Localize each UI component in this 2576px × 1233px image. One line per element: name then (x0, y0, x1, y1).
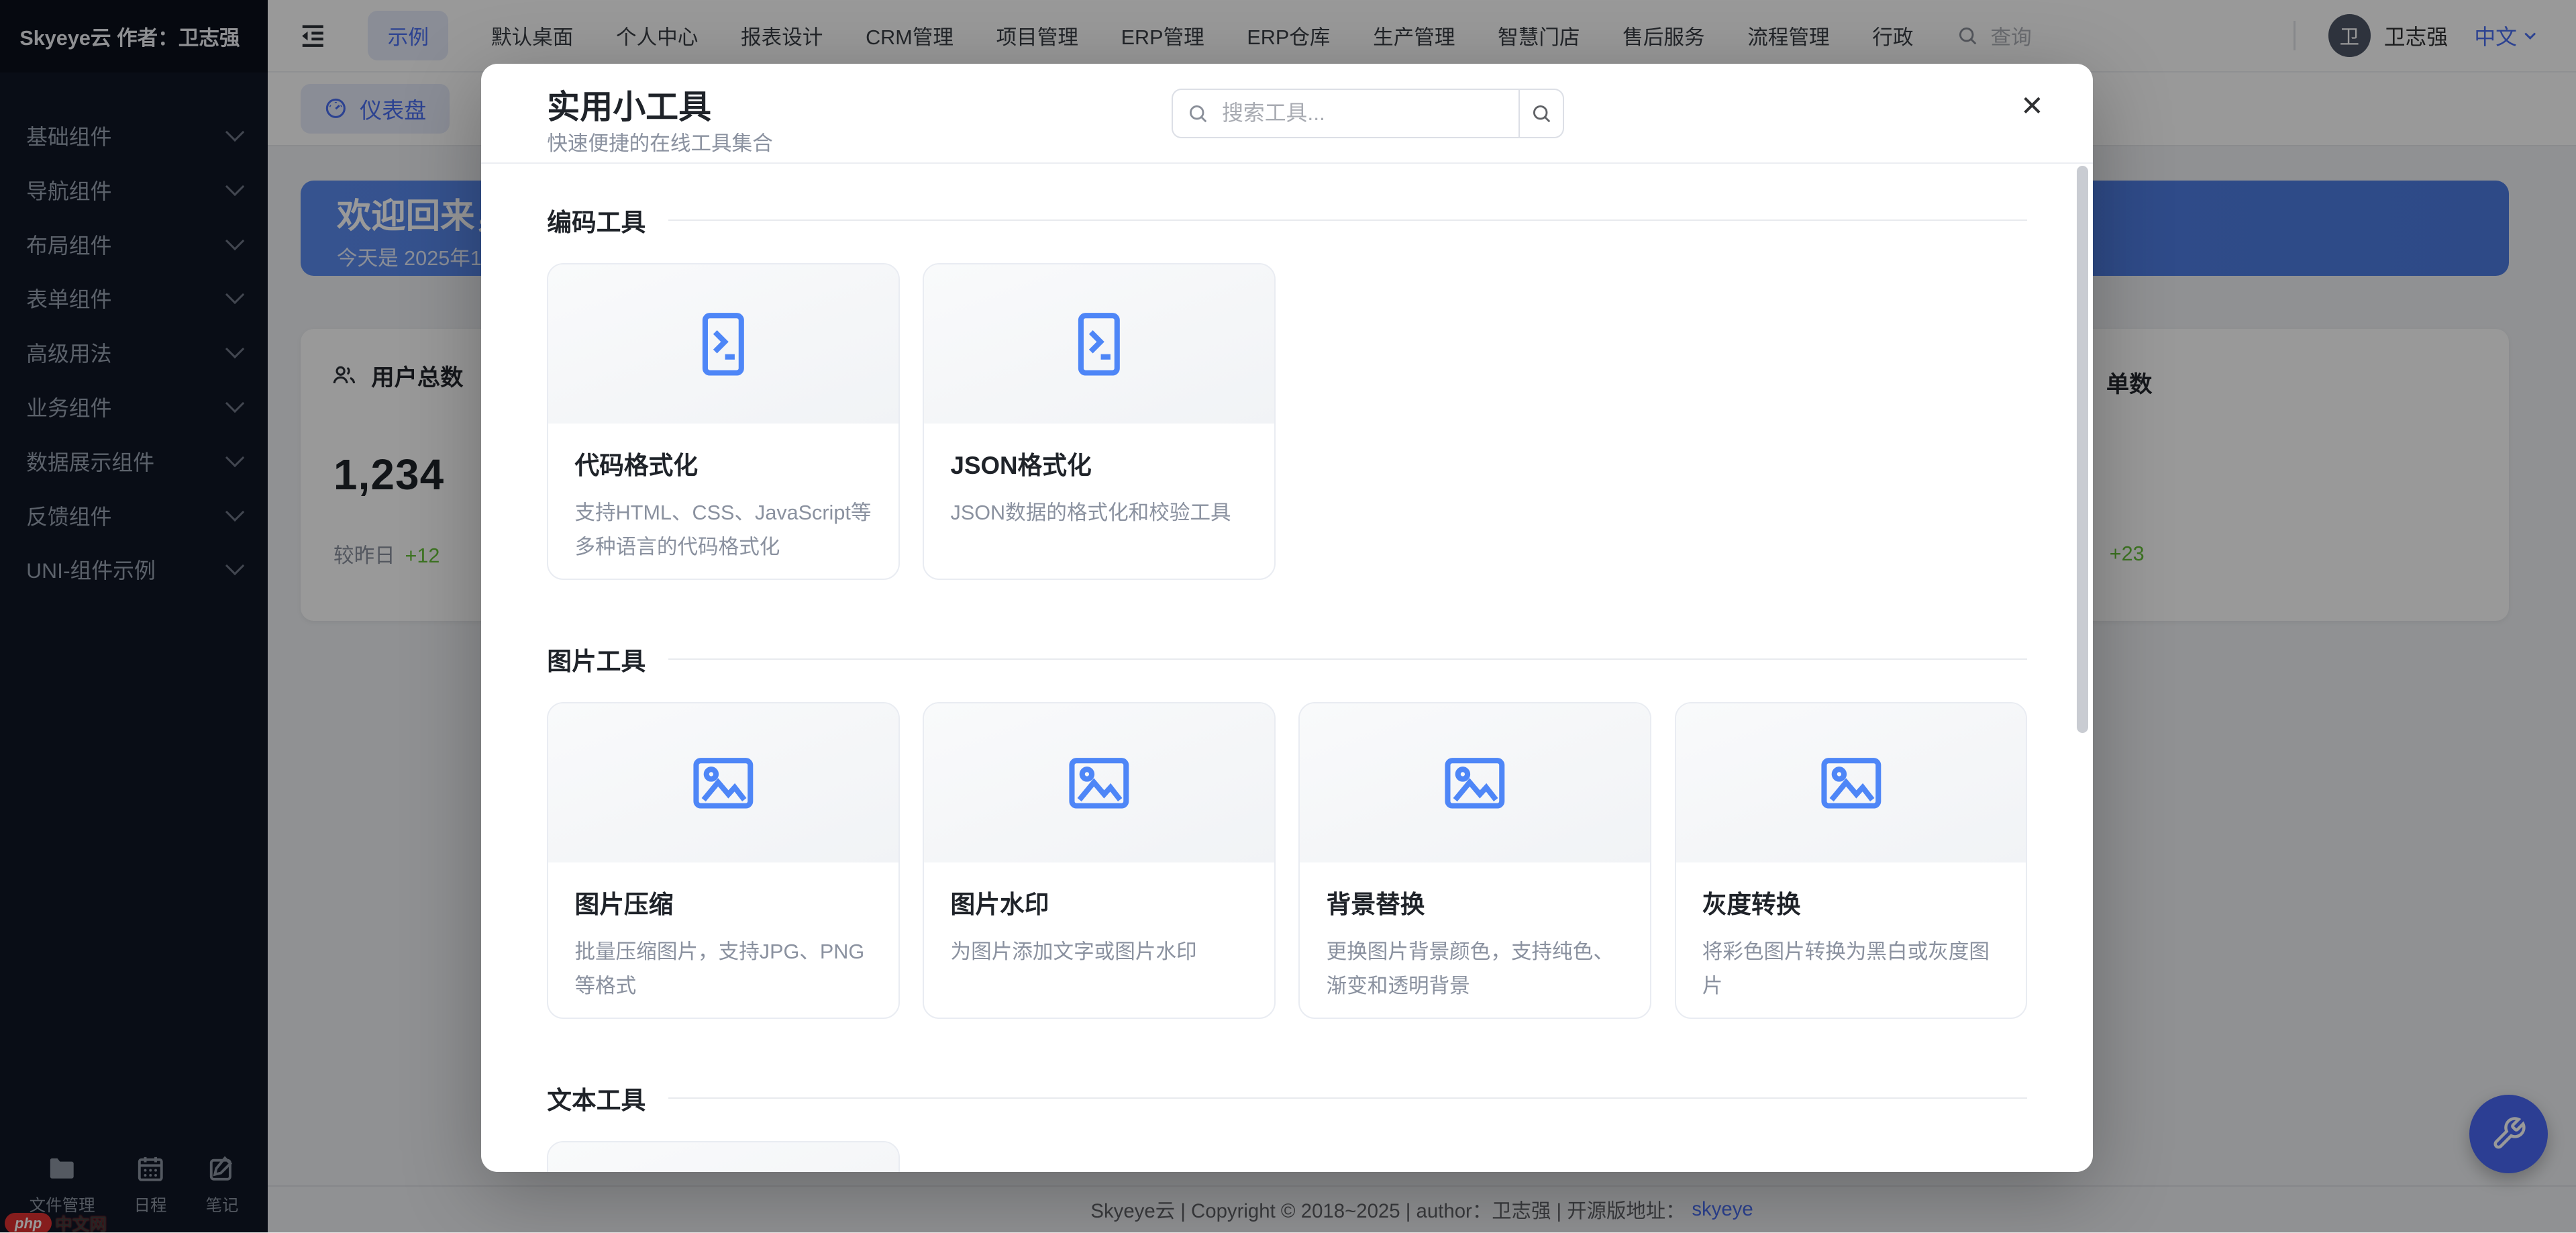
tool-card-image-compress[interactable]: 图片压缩 批量压缩图片，支持JPG、PNG等格式 (547, 702, 900, 1020)
modal-header: 实用小工具 快速便捷的在线工具集合 ✕ (481, 64, 2093, 164)
tool-card-json-format[interactable]: JSON格式化 JSON数据的格式化和校验工具 (923, 263, 1276, 581)
tool-card-grayscale[interactable]: 灰度转换 将彩色图片转换为黑白或灰度图片 (1675, 702, 2028, 1020)
terminal-icon (924, 264, 1274, 424)
tool-card-image-watermark[interactable]: 图片水印 为图片添加文字或图片水印 (923, 702, 1276, 1020)
section-text-tools: 文本工具 (547, 1080, 2027, 1116)
divider (668, 219, 2027, 221)
modal-scrollbar-thumb[interactable] (2077, 166, 2088, 733)
text-a-icon (548, 1142, 898, 1172)
search-icon (1530, 102, 1553, 125)
modal-search (1172, 89, 1564, 138)
section-image-tools: 图片工具 (547, 641, 2027, 677)
image-icon (924, 703, 1274, 862)
terminal-icon (548, 264, 898, 424)
search-button[interactable] (1520, 89, 1564, 138)
tool-card-background-replace[interactable]: 背景替换 更换图片背景颜色，支持纯色、渐变和透明背景 (1298, 702, 1651, 1020)
search-icon (1186, 102, 1209, 125)
tool-card-text[interactable] (547, 1141, 900, 1172)
modal-title: 实用小工具 (547, 81, 711, 128)
divider (668, 658, 2027, 660)
image-icon (1300, 703, 1650, 862)
modal-body: 编码工具 代码格式化 支持HTML、CSS、JavaScript等多种语言的代码… (481, 164, 2071, 1172)
section-coding-tools: 编码工具 (547, 202, 2027, 238)
close-icon[interactable]: ✕ (2020, 92, 2044, 120)
tool-card-code-format[interactable]: 代码格式化 支持HTML、CSS、JavaScript等多种语言的代码格式化 (547, 263, 900, 581)
image-icon (1676, 703, 2026, 862)
app-root: Skyeye云 作者：卫志强 基础组件 导航组件 布局组件 表单组件 高级用法 … (0, 0, 2576, 1232)
tools-modal: 实用小工具 快速便捷的在线工具集合 ✕ 编码工具 代码格式化 (481, 64, 2093, 1171)
divider (668, 1097, 2027, 1099)
image-icon (548, 703, 898, 862)
tool-search-input[interactable] (1172, 89, 1520, 138)
modal-subtitle: 快速便捷的在线工具集合 (547, 127, 773, 156)
